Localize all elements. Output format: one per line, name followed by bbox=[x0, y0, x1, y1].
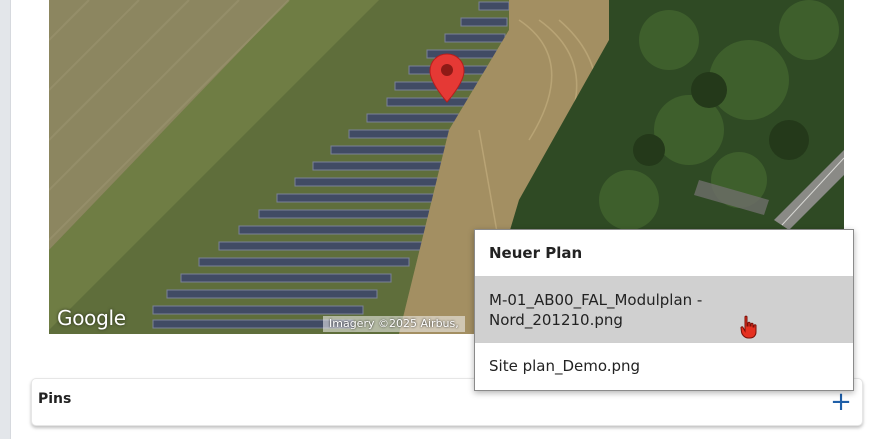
pins-title: Pins bbox=[38, 391, 72, 407]
google-logo: Google bbox=[57, 306, 126, 330]
left-rail bbox=[0, 0, 11, 439]
plan-option-modulplan[interactable]: M-01_AB00_FAL_Modulplan - Nord_201210.pn… bbox=[475, 277, 853, 343]
plan-option-site-plan[interactable]: Site plan_Demo.png bbox=[475, 343, 853, 389]
dropdown-header: Neuer Plan bbox=[475, 230, 853, 277]
new-plan-dropdown: Neuer Plan M-01_AB00_FAL_Modulplan - Nor… bbox=[474, 229, 854, 391]
hand-cursor-icon bbox=[740, 315, 757, 339]
add-pin-button[interactable]: + bbox=[830, 389, 852, 415]
plan-option-label-line2: Nord_201210.png bbox=[489, 311, 623, 329]
plan-option-label-line1: M-01_AB00_FAL_Modulplan - bbox=[489, 291, 703, 309]
plus-icon: + bbox=[830, 387, 852, 417]
map-attribution: Imagery ©2025 Airbus, bbox=[323, 316, 465, 332]
location-pin-icon[interactable] bbox=[429, 53, 465, 103]
